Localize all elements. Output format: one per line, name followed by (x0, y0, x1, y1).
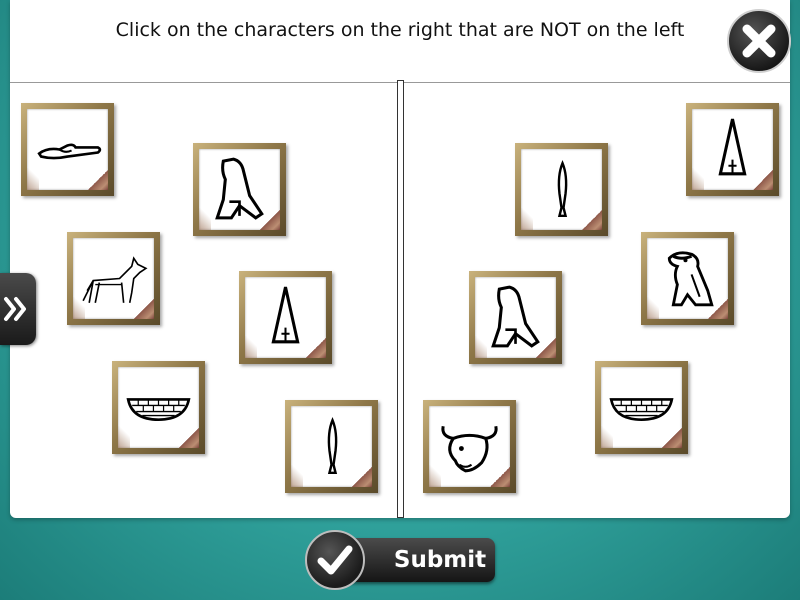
copyright-credit (780, 210, 800, 440)
reed-glyph-icon (557, 160, 568, 218)
instruction-text: Click on the characters on the right tha… (115, 19, 685, 41)
right-tile-bull-head[interactable] (423, 400, 516, 493)
hand-glyph-icon (37, 143, 102, 160)
vulture-glyph-icon (215, 157, 264, 220)
right-tile-reed[interactable] (515, 143, 608, 236)
owl-glyph-icon (667, 251, 714, 307)
double-chevron-right-icon (4, 297, 26, 321)
center-divider (397, 80, 404, 518)
left-tile-reed[interactable] (285, 400, 378, 493)
right-tile-owl[interactable] (641, 232, 734, 325)
vulture-glyph-icon (491, 285, 540, 348)
checkmark-icon (317, 545, 353, 575)
right-tile-basket[interactable] (595, 361, 688, 454)
submit-label: Submit (393, 547, 487, 573)
right-tile-cone[interactable] (686, 103, 779, 196)
left-tile-cone[interactable] (239, 271, 332, 364)
cone-glyph-icon (271, 286, 300, 344)
left-tile-jackal[interactable] (67, 232, 160, 325)
jackal-glyph-icon (82, 256, 148, 303)
left-tile-basket[interactable] (112, 361, 205, 454)
cone-glyph-icon (718, 118, 747, 176)
close-button[interactable] (727, 9, 791, 73)
submit-pill[interactable]: Submit (343, 538, 495, 582)
side-panel-toggle[interactable] (0, 273, 36, 345)
submit-button[interactable]: Submit (305, 530, 495, 590)
left-tile-vulture[interactable] (193, 143, 286, 236)
left-tile-hand[interactable] (21, 103, 114, 196)
submit-check-badge[interactable] (305, 530, 365, 590)
bull-head-glyph-icon (441, 425, 498, 473)
reed-glyph-icon (327, 417, 338, 475)
right-tile-vulture[interactable] (469, 271, 562, 364)
basket-glyph-icon (126, 398, 191, 421)
close-icon (742, 24, 776, 58)
basket-glyph-icon (609, 398, 674, 421)
